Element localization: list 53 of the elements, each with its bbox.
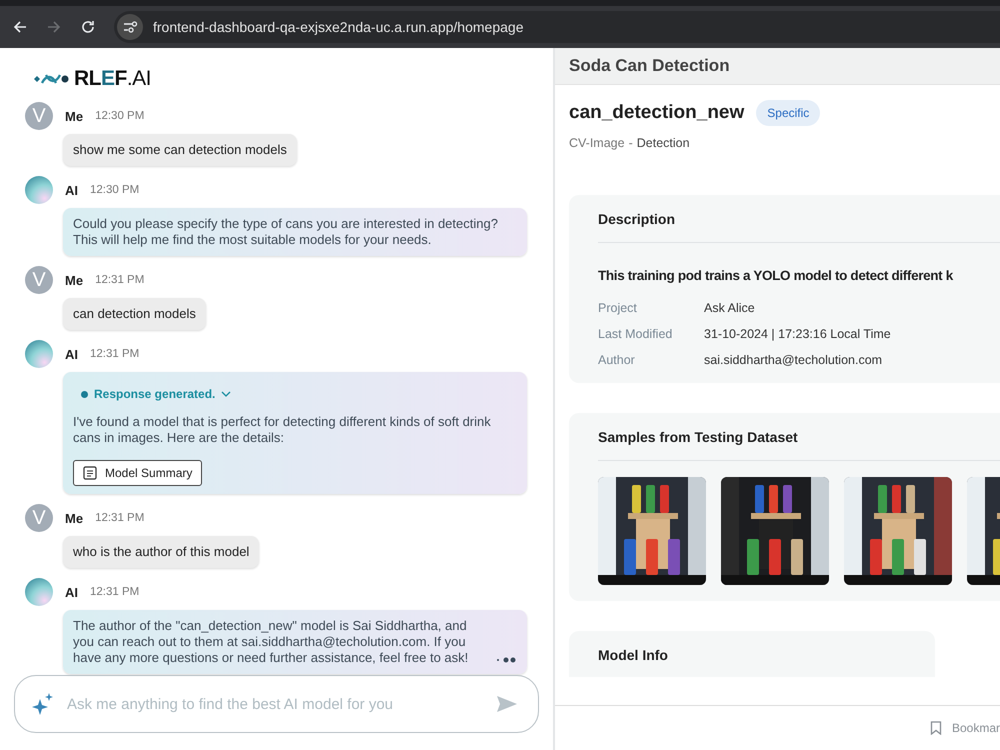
document-icon [83, 466, 97, 480]
chat-input-box[interactable]: Ask me anything to find the best AI model for you [14, 675, 539, 733]
message-time: 12:31 PM [90, 348, 140, 360]
sender-name: Me [65, 108, 84, 124]
site-info-icon[interactable] [117, 14, 143, 40]
back-icon[interactable] [12, 19, 28, 35]
ai-avatar [25, 340, 53, 368]
description-text: This training pod trains a YOLO model to detect different k [598, 268, 954, 283]
message-text: The author of the "can_detection_new" model is Sai Siddhartha, and you can reach out to them at sai.siddhartha@techolution.com. If you have any more questions or need further assistance, feel free to ask! [73, 618, 470, 666]
chat-input-field[interactable]: Ask me anything to find the best AI model for you [65, 694, 486, 714]
message-text: show me some can detection models [73, 142, 287, 158]
field-label: Last Modified [598, 327, 674, 341]
card-title: Description [598, 211, 676, 227]
panel-title: Soda Can Detection [569, 56, 730, 76]
bookmark-icon [930, 721, 942, 735]
field-value: 31-10-2024 | 17:23:16 Local Time [704, 327, 892, 341]
message-time: 12:31 PM [90, 586, 140, 598]
sparkle-icon [31, 692, 55, 716]
user-avatar: V [25, 266, 53, 294]
sender-name: Me [65, 510, 84, 526]
status-dot-icon [81, 390, 88, 398]
message-text: can detection models [73, 306, 196, 322]
sender-name: Me [65, 272, 84, 288]
message-text: Could you please specify the type of cans you are interested in detecting? This will help me find the most suitable models for your needs. [73, 216, 499, 248]
field-value: sai.siddhartha@techolution.com [704, 353, 884, 367]
model-name: can_detection_new [569, 102, 744, 124]
message-time: 12:31 PM [95, 274, 144, 286]
field-label: Project [598, 301, 638, 315]
chevron-down-icon[interactable] [221, 391, 232, 397]
separator-text: - [628, 136, 633, 150]
sender-name: AI [65, 346, 78, 362]
ai-avatar [25, 176, 53, 204]
message-text: I've found a model that is perfect for detecting different kinds of soft drink cans in images. Here are the details: [73, 414, 492, 446]
message-text: who is the author of this model [73, 544, 250, 560]
address-bar[interactable]: frontend-dashboard-qa-exjsxe2nda-uc.a.run.app/homepage [114, 11, 1000, 43]
message-time: 12:30 PM [90, 184, 140, 196]
ai-avatar [25, 578, 53, 606]
user-avatar: V [25, 102, 53, 130]
reload-icon[interactable] [80, 19, 96, 35]
logo-text: RLEF.AI [74, 67, 152, 91]
card-title: Model Info [598, 647, 669, 663]
card-title: Samples from Testing Dataset [598, 429, 799, 445]
model-summary-button[interactable]: Model Summary [73, 460, 202, 486]
model-task: Detection [636, 136, 690, 150]
field-value: Ask Alice [704, 301, 756, 315]
user-avatar: V [25, 504, 53, 532]
message-time: 12:31 PM [95, 512, 144, 524]
sender-name: AI [65, 584, 78, 600]
field-label: Author [598, 353, 636, 367]
sender-name: AI [65, 182, 78, 198]
model-category: CV-Image [569, 136, 625, 150]
message-time: 12:30 PM [95, 110, 144, 122]
model-tag: Specific [756, 100, 820, 126]
